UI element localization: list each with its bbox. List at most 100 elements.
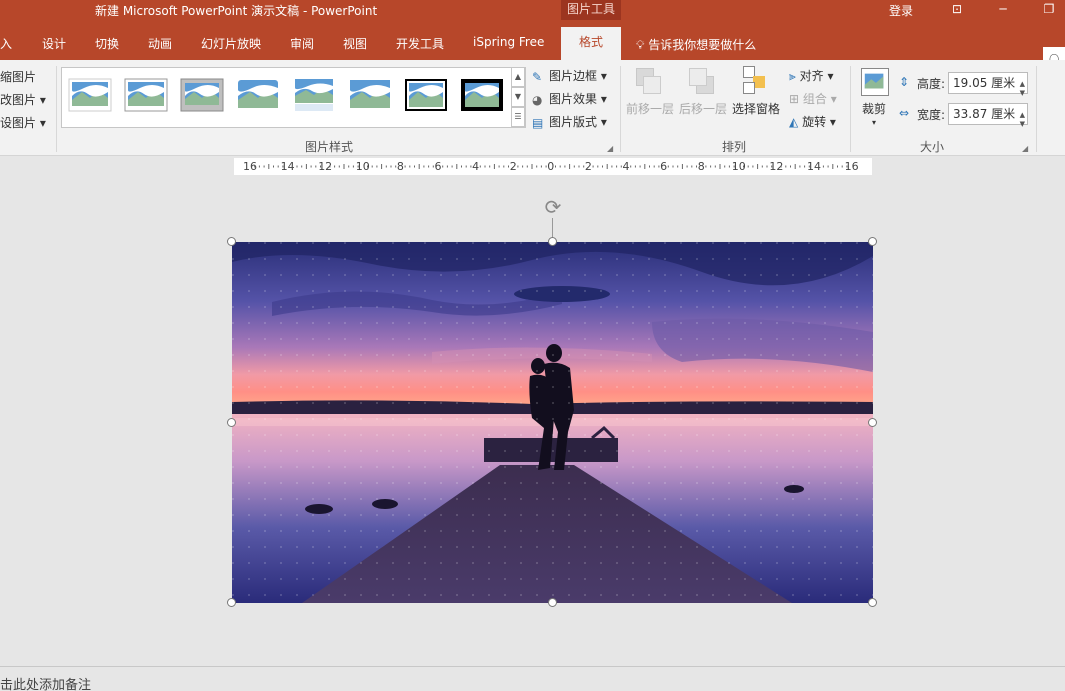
notes-placeholder[interactable]: 击此处添加备注	[0, 674, 91, 691]
minimize-icon[interactable]: ─	[995, 1, 1011, 17]
dialog-launcher-icon[interactable]: ◢	[1022, 144, 1028, 153]
style-thumbnail[interactable]	[68, 78, 112, 112]
style-thumbnail[interactable]	[460, 78, 504, 112]
resize-handle-top-left[interactable]	[227, 237, 236, 246]
width-input[interactable]: 33.87 厘米 ▲ ▼	[948, 103, 1028, 128]
horizontal-ruler[interactable]: 16 14 12 10 8 6 4 2 0 2 4 6 8 10 12 14 16	[234, 158, 872, 175]
rotate-object-icon: ◭	[789, 115, 799, 129]
group-separator	[56, 66, 57, 152]
tell-me-text: 告诉我你想要做什么	[648, 38, 757, 52]
resize-handle-bottom[interactable]	[548, 598, 557, 607]
ribbon-display-icon[interactable]: ⊡	[949, 1, 965, 17]
title-bar: 新建 Microsoft PowerPoint 演示文稿 - PowerPoin…	[0, 0, 1065, 20]
bring-forward-icon	[636, 68, 662, 94]
tab-view[interactable]: 视图	[343, 35, 367, 52]
notes-divider	[0, 666, 1065, 667]
tab-developer[interactable]: 开发工具	[396, 35, 444, 52]
lightbulb-icon: 💡︎	[636, 38, 645, 52]
height-label: 高度:	[917, 77, 946, 91]
ruler-label: 8	[698, 160, 705, 173]
ruler-label: 0	[547, 160, 554, 173]
tab-slideshow[interactable]: 幻灯片放映	[201, 35, 261, 52]
group-icon: ⊞	[789, 92, 800, 106]
group-label-size: 大小	[920, 140, 945, 154]
effects-icon: ◕	[532, 92, 543, 107]
height-icon: ⇕	[899, 75, 910, 89]
group-label-picture-styles: 图片样式	[305, 140, 354, 154]
width-value: 33.87 厘米	[953, 107, 1016, 121]
restore-icon[interactable]: ❐	[1041, 1, 1057, 17]
resize-handle-bottom-right[interactable]	[868, 598, 877, 607]
selection-pane-button[interactable]: 选择窗格	[732, 100, 780, 117]
resize-handle-top[interactable]	[548, 237, 557, 246]
gallery-scroll-up[interactable]: ▲	[511, 67, 525, 87]
picture-effects-button[interactable]: ◕ 图片效果 ▾	[532, 90, 607, 107]
align-icon: ⫸	[789, 69, 796, 83]
crop-dropdown-icon[interactable]: ▾	[872, 118, 876, 127]
tab-format[interactable]: 格式	[561, 27, 621, 60]
width-label: 宽度:	[917, 108, 946, 122]
spin-down-icon[interactable]: ▼	[1020, 114, 1025, 134]
send-backward-icon	[689, 68, 715, 94]
style-thumbnail[interactable]	[180, 78, 224, 112]
picture-layout-label: 图片版式	[549, 115, 598, 129]
ruler-label: 6	[435, 160, 442, 173]
tab-design[interactable]: 设计	[42, 35, 66, 52]
tab-transitions[interactable]: 切换	[95, 35, 119, 52]
bring-forward-button[interactable]: 前移一层	[626, 100, 674, 117]
compress-pictures-button[interactable]: 缩图片	[0, 68, 36, 85]
group-separator	[620, 66, 621, 152]
crop-icon	[861, 68, 889, 96]
picture-tools-label: 图片工具	[566, 2, 615, 16]
reset-picture-button[interactable]: 设图片 ▾	[0, 114, 46, 131]
tell-me-box[interactable]: 💡︎ 告诉我你想要做什么	[636, 36, 756, 53]
picture-border-button[interactable]: ✎ 图片边框 ▾	[532, 67, 607, 84]
tab-insert[interactable]: 入	[0, 35, 12, 52]
ruler-label: 6	[660, 160, 667, 173]
tab-animations[interactable]: 动画	[148, 35, 172, 52]
ruler-label: 4	[623, 160, 630, 173]
picture-effects-label: 图片效果	[549, 92, 598, 106]
group-label-arrange: 排列	[722, 140, 747, 154]
send-backward-button[interactable]: 后移一层	[679, 100, 727, 117]
style-thumbnail[interactable]	[404, 78, 448, 112]
height-value: 19.05 厘米	[953, 76, 1016, 90]
height-input[interactable]: 19.05 厘米 ▲ ▼	[948, 72, 1028, 97]
picture-styles-gallery[interactable]	[61, 67, 526, 128]
style-thumbnail[interactable]	[292, 78, 336, 112]
window-title: 新建 Microsoft PowerPoint 演示文稿 - PowerPoin…	[95, 4, 378, 18]
resize-handle-top-right[interactable]	[868, 237, 877, 246]
login-link[interactable]: 登录	[889, 2, 913, 19]
change-picture-button[interactable]: 改图片 ▾	[0, 91, 46, 108]
picture-border-label: 图片边框	[549, 69, 598, 83]
gallery-more[interactable]: ☰	[511, 107, 525, 127]
group-separator	[850, 66, 851, 152]
picture-layout-button[interactable]: ▤ 图片版式 ▾	[532, 113, 607, 130]
resize-handle-left[interactable]	[227, 418, 236, 427]
rotate-button[interactable]: ◭ 旋转 ▾	[789, 113, 836, 130]
align-label: 对齐	[799, 69, 824, 83]
layout-icon: ▤	[532, 115, 544, 130]
tab-review[interactable]: 审阅	[290, 35, 314, 52]
resize-handle-right[interactable]	[868, 418, 877, 427]
group-separator	[1036, 66, 1037, 152]
style-thumbnail[interactable]	[236, 78, 280, 112]
resize-handle-bottom-left[interactable]	[227, 598, 236, 607]
selection-pane-icon	[743, 66, 769, 96]
spin-down-icon[interactable]: ▼	[1020, 83, 1025, 103]
width-icon: ⇔	[899, 106, 910, 120]
dialog-launcher-icon[interactable]: ◢	[607, 144, 613, 153]
align-button[interactable]: ⫸ 对齐 ▾	[789, 67, 833, 84]
ribbon-tab-bar: 入 设计 切换 动画 幻灯片放映 审阅 视图 开发工具 iSpring Free…	[0, 20, 1065, 78]
group-button[interactable]: ⊞ 组合 ▾	[789, 90, 837, 107]
ruler-label: 8	[397, 160, 404, 173]
ruler-label: 16	[845, 160, 859, 173]
gallery-scroll-down[interactable]: ▼	[511, 87, 525, 107]
style-thumbnail[interactable]	[124, 78, 168, 112]
style-thumbnail[interactable]	[348, 78, 392, 112]
ruler-label: 4	[472, 160, 479, 173]
rotate-handle-icon[interactable]: ⟳	[541, 196, 565, 220]
crop-button[interactable]: 裁剪	[862, 100, 886, 117]
selected-picture[interactable]	[232, 242, 873, 603]
tab-ispring[interactable]: iSpring Free	[473, 35, 544, 49]
